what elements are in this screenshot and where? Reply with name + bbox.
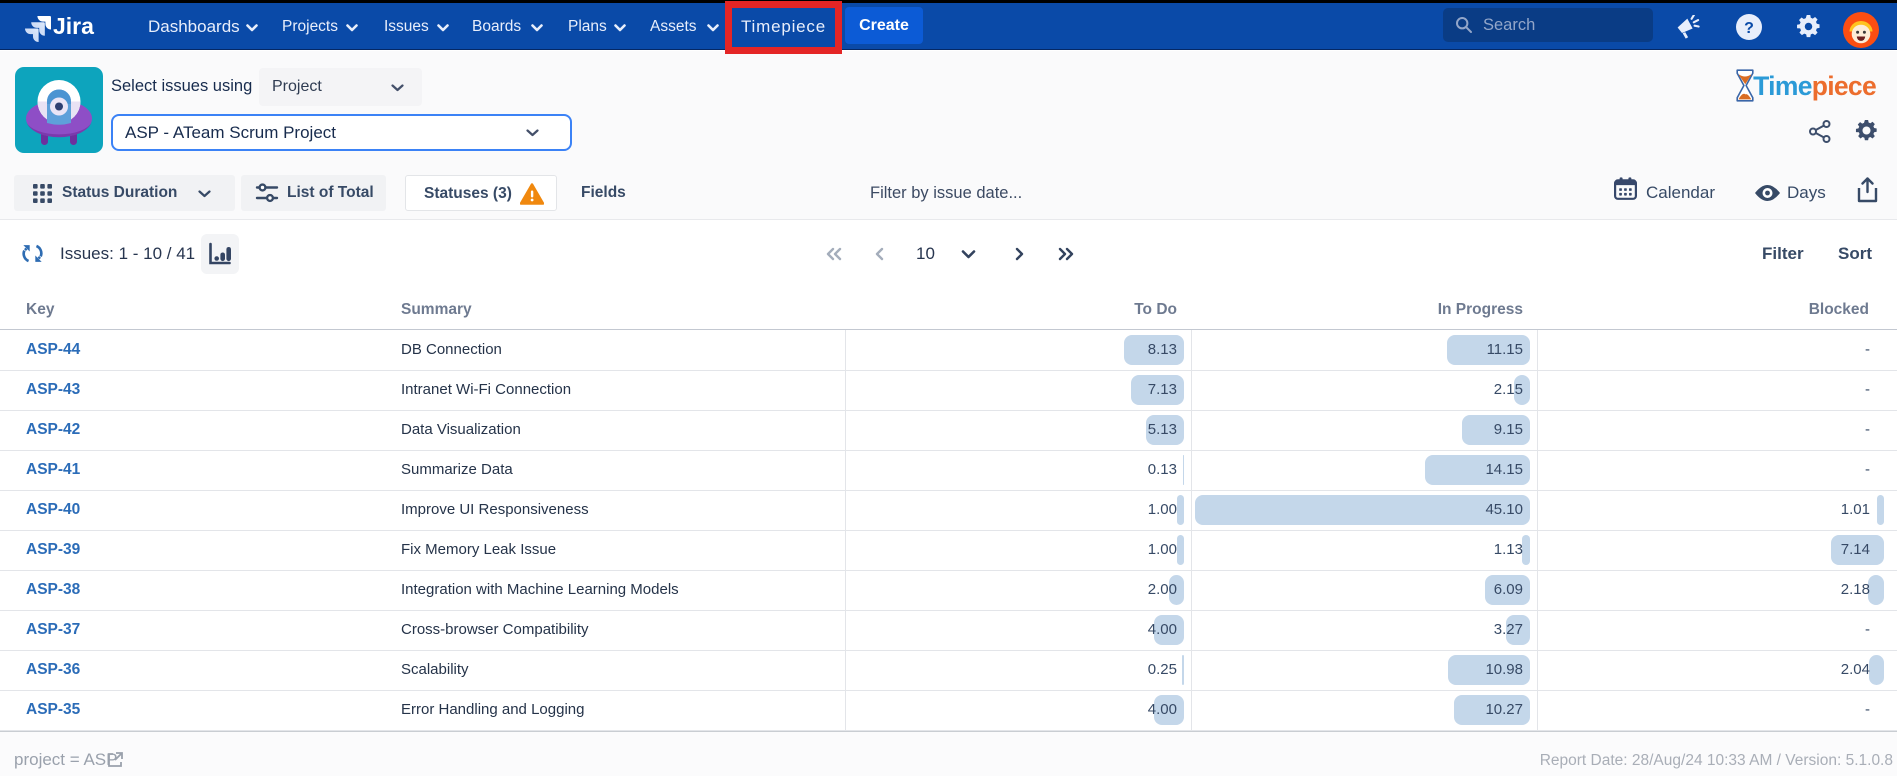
svg-text:?: ? <box>1744 20 1754 37</box>
